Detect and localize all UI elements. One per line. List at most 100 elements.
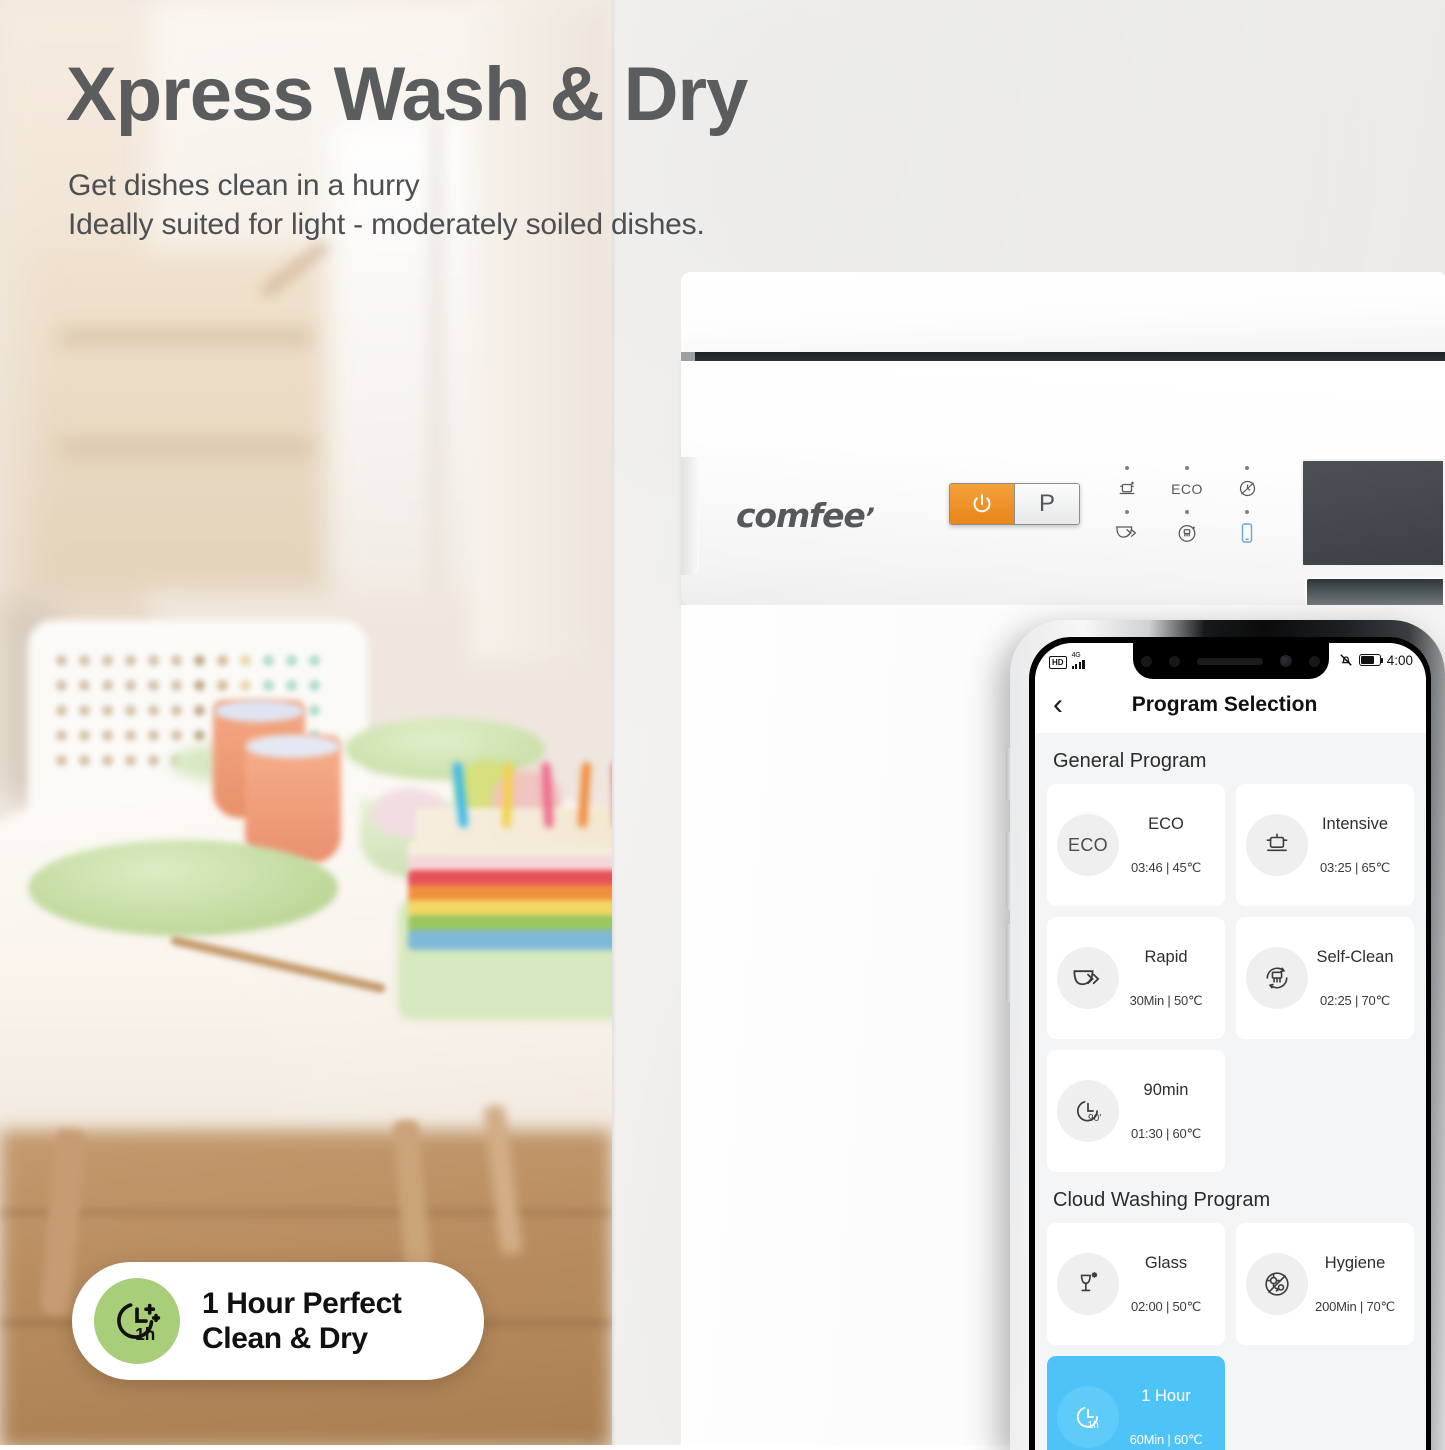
promo-headline: Xpress Wash & Dry xyxy=(66,52,748,137)
promo-subline-1: Get dishes clean in a hurry xyxy=(68,169,420,202)
program-name: ECO xyxy=(1148,814,1184,833)
status-bar-left: HD 4G xyxy=(1049,652,1085,669)
front-camera-icon xyxy=(1280,655,1292,667)
nav-bar: ‹ Program Selection xyxy=(1035,677,1426,733)
indicator-led xyxy=(1185,466,1189,470)
indicator-smartphone[interactable] xyxy=(1217,510,1277,546)
indicator-self-clean[interactable] xyxy=(1157,510,1217,546)
volume-down-button[interactable] xyxy=(1006,924,1012,1002)
section-title-general: General Program xyxy=(1053,750,1207,772)
volume-up-button[interactable] xyxy=(1006,832,1012,910)
status-bar-right: 4:00 xyxy=(1339,653,1413,668)
indicator-pot-plus[interactable] xyxy=(1097,466,1157,502)
indicator-led xyxy=(1245,466,1249,470)
dishwasher-door-seam xyxy=(681,352,1445,361)
program-name: Glass xyxy=(1144,1253,1188,1272)
smartphone-mockup: HD 4G 4:00 ‹ Program Selection General P… xyxy=(1006,620,1445,1450)
program-card-text: Hygiene 200Min | 70℃ xyxy=(1308,1254,1406,1315)
program-card-text: 1 Hour 60Min | 60℃ xyxy=(1119,1387,1217,1448)
eco-text-icon: ECO xyxy=(1057,814,1119,876)
program-meta: 30Min | 50℃ xyxy=(1129,992,1203,1008)
glass-icon xyxy=(1057,1253,1119,1315)
program-indicator-group: ECO xyxy=(1097,466,1277,546)
brush-refresh-icon xyxy=(1246,947,1308,1009)
indicator-led xyxy=(1125,510,1129,514)
program-card-1-hour[interactable]: 1h 1 Hour 60Min | 60℃ xyxy=(1047,1356,1225,1450)
mute-bell-icon xyxy=(1339,654,1352,666)
indicator-delay-timer[interactable] xyxy=(1217,466,1277,502)
program-meta: 02:00 | 50℃ xyxy=(1131,1298,1201,1314)
phone-screen: HD 4G 4:00 ‹ Program Selection General P… xyxy=(1035,643,1426,1450)
earpiece-speaker-icon xyxy=(1197,657,1263,665)
comfee-logo-mark: ’ xyxy=(864,503,875,534)
infrared-sensor-icon xyxy=(1309,655,1320,667)
svg-text:1h: 1h xyxy=(135,1324,155,1344)
dishwasher-control-panel: comfee’ P ECO xyxy=(681,361,1445,677)
signal-bars-icon xyxy=(1071,659,1085,669)
proximity-sensor-icon xyxy=(1141,655,1152,667)
program-card-text: Rapid 30Min | 50℃ xyxy=(1119,948,1217,1009)
power-program-button-group[interactable]: P xyxy=(949,483,1080,525)
program-card-self-clean[interactable]: Self-Clean 02:25 | 70℃ xyxy=(1236,917,1414,1039)
clock-label: 4:00 xyxy=(1386,652,1413,668)
program-name: Self-Clean xyxy=(1316,947,1394,966)
general-program-grid: ECO ECO 03:46 | 45℃ Intensive 03:25 | 65… xyxy=(1047,784,1414,1172)
power-icon xyxy=(973,494,991,513)
program-meta: 02:25 | 70℃ xyxy=(1320,992,1390,1008)
program-card-intensive[interactable]: Intensive 03:25 | 65℃ xyxy=(1236,784,1414,906)
rapid-arrow-icon xyxy=(1097,519,1157,546)
program-card-text: Intensive 03:25 | 65℃ xyxy=(1308,815,1406,876)
promo-subline-2: Ideally suited for light - moderately so… xyxy=(68,208,705,241)
program-meta: 01:30 | 60℃ xyxy=(1131,1125,1201,1141)
program-card-text: Self-Clean 02:25 | 70℃ xyxy=(1308,948,1406,1009)
indicator-eco[interactable]: ECO xyxy=(1157,466,1217,502)
phone-bezel: HD 4G 4:00 ‹ Program Selection General P… xyxy=(1029,637,1431,1450)
program-card-rapid[interactable]: Rapid 30Min | 50℃ xyxy=(1047,917,1225,1039)
indicator-led xyxy=(1125,466,1129,470)
power-button[interactable] xyxy=(950,484,1014,524)
pot-plus-icon xyxy=(1097,475,1157,502)
feature-badge-line-1: 1 Hour Perfect xyxy=(202,1286,402,1320)
smartphone-icon xyxy=(1217,519,1277,546)
phone-notch xyxy=(1132,643,1329,679)
program-card-eco[interactable]: ECO ECO 03:46 | 45℃ xyxy=(1047,784,1225,906)
clock-90-icon: 90' xyxy=(1057,1080,1119,1142)
program-name: Hygiene xyxy=(1324,1253,1386,1272)
program-button[interactable]: P xyxy=(1014,484,1079,524)
program-list[interactable]: General Program ECO ECO 03:46 | 45℃ Inte… xyxy=(1035,733,1426,1450)
dishwasher-top-panel xyxy=(681,272,1445,352)
program-card-text: ECO 03:46 | 45℃ xyxy=(1119,815,1217,876)
cloud-program-grid: Glass 02:00 | 50℃ Hygiene 200Min | 70℃ 1… xyxy=(1047,1223,1414,1450)
program-name: 90min xyxy=(1143,1080,1189,1099)
program-name: Intensive xyxy=(1321,814,1389,833)
hd-badge-icon: HD xyxy=(1049,655,1067,669)
indicator-rapid[interactable] xyxy=(1097,510,1157,546)
program-name: 1 Hour xyxy=(1141,1386,1191,1405)
program-meta: 03:25 | 65℃ xyxy=(1320,859,1390,875)
eco-indicator-label: ECO xyxy=(1171,480,1203,497)
self-clean-icon xyxy=(1157,519,1217,546)
program-card-glass[interactable]: Glass 02:00 | 50℃ xyxy=(1047,1223,1225,1345)
battery-icon xyxy=(1358,654,1384,666)
feature-badge-line-2: Clean & Dry xyxy=(202,1322,368,1355)
rapid-arrow-icon xyxy=(1057,947,1119,1009)
promo-subline: Get dishes clean in a hurry Ideally suit… xyxy=(68,166,705,244)
program-card-text: Glass 02:00 | 50℃ xyxy=(1119,1254,1217,1315)
light-sensor-icon xyxy=(1169,655,1180,667)
svg-text:1h: 1h xyxy=(1087,1420,1098,1431)
program-meta: 200Min | 70℃ xyxy=(1315,1298,1395,1314)
clock-1h-sparkle-icon: 1h xyxy=(94,1278,180,1364)
program-card-text: 90min 01:30 | 60℃ xyxy=(1119,1081,1217,1142)
silent-switch[interactable] xyxy=(1006,748,1012,800)
dishwasher-display xyxy=(1301,459,1445,567)
program-card-hygiene[interactable]: Hygiene 200Min | 70℃ xyxy=(1236,1223,1414,1345)
program-meta: 60Min | 60℃ xyxy=(1129,1431,1203,1447)
eco-icon: ECO xyxy=(1157,475,1217,502)
comfee-logo-text: comfee xyxy=(736,496,866,535)
chevron-left-icon[interactable]: ‹ xyxy=(1053,690,1063,720)
background-scene: comfee’ P ECO HD 4G 4:00 ‹ Program Selec… xyxy=(0,0,1445,1450)
network-type-label: 4G xyxy=(1071,651,1081,659)
delay-timer-icon xyxy=(1217,475,1277,502)
program-meta: 03:46 | 45℃ xyxy=(1131,859,1201,875)
program-card-90min[interactable]: 90' 90min 01:30 | 60℃ xyxy=(1047,1050,1225,1172)
